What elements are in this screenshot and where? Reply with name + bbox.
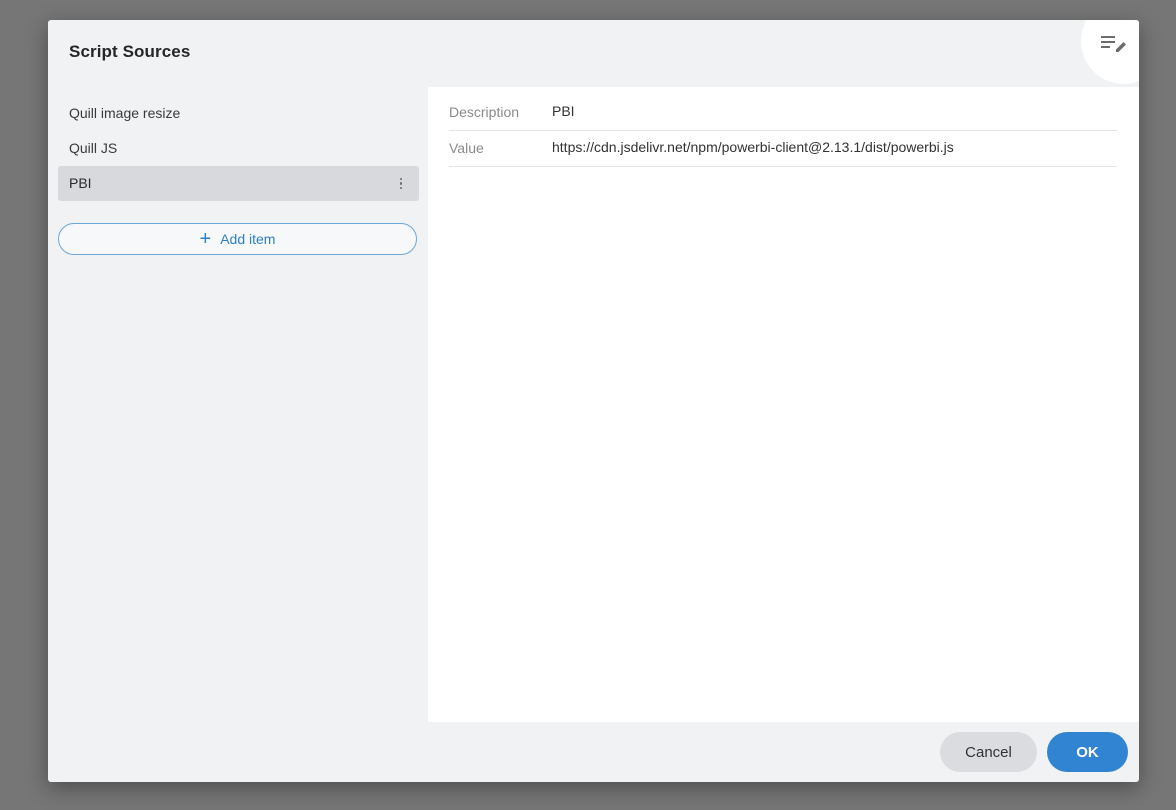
description-value[interactable]: PBI (552, 103, 575, 119)
script-list: Quill image resize Quill JS PBI + Add it… (58, 96, 419, 255)
description-row: Description PBI (449, 95, 1117, 131)
list-item-label: Quill JS (69, 140, 118, 156)
ok-button[interactable]: OK (1047, 732, 1128, 772)
list-item-label: Quill image resize (69, 105, 181, 121)
list-item-selected[interactable]: PBI (58, 166, 419, 201)
add-item-button[interactable]: + Add item (58, 223, 417, 255)
kebab-menu-icon[interactable] (395, 166, 407, 201)
value-value[interactable]: https://cdn.jsdelivr.net/npm/powerbi-cli… (552, 139, 954, 155)
value-row: Value https://cdn.jsdelivr.net/npm/power… (449, 131, 1117, 167)
script-sources-dialog: Script Sources Quill image resize Quill … (48, 20, 1139, 782)
detail-panel: Description PBI Value https://cdn.jsdeli… (428, 87, 1139, 722)
value-label: Value (449, 140, 484, 156)
list-item[interactable]: Quill JS (58, 131, 419, 166)
description-label: Description (449, 104, 520, 120)
list-item-label: PBI (69, 175, 92, 191)
dialog-title: Script Sources (69, 42, 191, 61)
edit-list-icon (1101, 36, 1126, 52)
plus-icon: + (199, 228, 212, 250)
list-item[interactable]: Quill image resize (58, 96, 419, 131)
cancel-button[interactable]: Cancel (940, 732, 1037, 772)
add-item-label: Add item (220, 231, 276, 247)
edit-mode-button[interactable] (1081, 20, 1139, 84)
